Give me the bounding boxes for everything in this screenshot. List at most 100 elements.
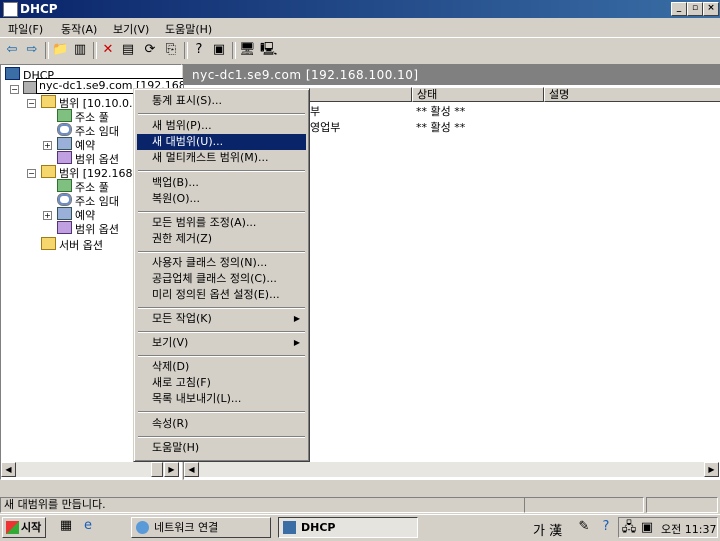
status-text: 새 대범위를 만듭니다. <box>0 497 525 513</box>
context-menu: 통계 표시(S)... 새 범위(P)... 새 대범위(U)... 새 멀티캐… <box>133 88 310 462</box>
status-panel-3 <box>646 497 718 513</box>
column-header-status[interactable]: 상태 <box>412 87 544 102</box>
details-header: nyc-dc1.se9.com [192.168.100.10] <box>184 65 720 85</box>
back-icon[interactable]: ⇦ <box>4 42 20 58</box>
collapse-scope2-icon[interactable]: − <box>27 169 36 178</box>
ctx-reconcile-all-scopes[interactable]: 모든 범위를 조정(A)... <box>137 215 306 231</box>
show-hide-tree-icon[interactable]: ▥ <box>72 42 88 58</box>
expand-reservations-icon[interactable]: + <box>43 141 52 150</box>
dhcp-icon <box>5 67 20 80</box>
menu-view[interactable]: 보기(V) <box>113 21 149 37</box>
clock[interactable]: 오전 11:37 <box>661 521 716 537</box>
ctx-set-predefined-options[interactable]: 미리 정의된 옵션 설정(E)... <box>137 287 306 303</box>
network-tray-icon[interactable]: 🖧 <box>621 520 637 536</box>
ctx-new-multicast-scope[interactable]: 새 멀티캐스트 범위(M)... <box>137 150 306 166</box>
system-tray: 🖧 ▣ 오전 11:37 <box>618 517 718 538</box>
properties-icon[interactable]: ▤ <box>120 42 136 58</box>
start-button[interactable]: 시작 <box>2 517 46 538</box>
scroll-left-icon[interactable]: ◀ <box>1 462 16 477</box>
scroll-right-icon[interactable]: ▶ <box>164 462 179 477</box>
address-pool-icon <box>57 179 72 192</box>
scroll-right-icon[interactable]: ▶ <box>704 462 719 477</box>
menu-action[interactable]: 동작(A) <box>61 21 97 37</box>
task-network-connections[interactable]: 네트워크 연결 <box>131 517 271 538</box>
delete-icon[interactable]: ✕ <box>100 42 116 58</box>
add-server-icon[interactable]: 🖳 <box>260 42 277 58</box>
menu-file[interactable]: 파일(F) <box>8 21 43 37</box>
address-lease-icon <box>57 123 72 136</box>
network-icon <box>136 521 149 534</box>
expand-reservations-2-icon[interactable]: + <box>43 211 52 220</box>
help-tray-icon[interactable]: ? <box>598 519 614 535</box>
refresh-icon[interactable]: ⟳ <box>142 42 158 58</box>
scope-folder-icon <box>41 165 56 178</box>
column-header-description[interactable]: 설명 <box>544 87 720 102</box>
collapse-server-icon[interactable]: − <box>10 85 19 94</box>
window-title: DHCP <box>20 2 58 16</box>
dhcp-icon <box>283 521 296 534</box>
address-pool-icon <box>57 109 72 122</box>
submenu-arrow-icon: ▶ <box>293 338 300 347</box>
tree-node-scope1[interactable]: 범위 [10.10.0.0] <box>41 95 144 110</box>
forward-icon[interactable]: ⇨ <box>24 42 40 58</box>
ctx-help[interactable]: 도움말(H) <box>137 440 306 456</box>
ctx-new-scope[interactable]: 새 범위(P)... <box>137 118 306 134</box>
up-folder-icon[interactable]: 📁 <box>52 42 68 58</box>
show-desktop-icon[interactable]: ▦ <box>58 518 74 534</box>
tree-node-reservations-2[interactable]: 예약 <box>57 207 95 222</box>
ctx-delete[interactable]: 삭제(D) <box>137 359 306 375</box>
details-horizontal-scrollbar[interactable]: ◀ ▶ <box>184 462 719 477</box>
ctx-refresh[interactable]: 새로 고침(F) <box>137 375 306 391</box>
ctx-restore[interactable]: 복원(O)... <box>137 191 306 207</box>
dhcp-app-icon <box>3 2 18 17</box>
tree-node-scope-options[interactable]: 범위 옵션 <box>57 151 119 166</box>
submenu-arrow-icon: ▶ <box>293 314 300 323</box>
menu-help[interactable]: 도움말(H) <box>165 21 212 37</box>
ctx-new-superscope[interactable]: 새 대범위(U)... <box>137 134 306 150</box>
scope-options-icon <box>57 221 72 234</box>
ctx-define-user-classes[interactable]: 사용자 클래스 정의(N)... <box>137 255 306 271</box>
ctx-export-list[interactable]: 목록 내보내기(L)... <box>137 391 306 407</box>
row-1-name[interactable]: 부 <box>310 103 320 119</box>
tree-horizontal-scrollbar[interactable]: ◀ ▶ <box>1 462 179 477</box>
scroll-left-icon[interactable]: ◀ <box>184 462 199 477</box>
ime-indicator[interactable]: 가 漢 <box>533 520 562 539</box>
reservations-icon <box>57 207 72 220</box>
ctx-properties[interactable]: 속성(R) <box>137 416 306 432</box>
ctx-all-tasks[interactable]: 모든 작업(K) ▶ <box>137 311 306 327</box>
title-bar: DHCP _ ▫ × <box>0 0 720 18</box>
ime-tool-icon[interactable]: ✎ <box>576 519 592 535</box>
toolbar: ⇦ ⇨ 📁 ▥ ✕ ▤ ⟳ ⎘ ? ▣ 🖥 🖳 <box>0 37 720 65</box>
server-status-icon[interactable]: 🖥 <box>239 42 256 58</box>
restore-button[interactable]: ▫ <box>687 2 703 16</box>
tree-node-scope2[interactable]: 범위 [192.168.1 <box>41 165 143 180</box>
export-list-icon[interactable]: ⎘ <box>163 42 179 58</box>
ctx-unauthorize[interactable]: 권한 제거(Z) <box>137 231 306 247</box>
tree-node-server-options[interactable]: 서버 옵션 <box>41 237 103 252</box>
ctx-backup[interactable]: 백업(B)... <box>137 175 306 191</box>
tree-node-address-pool-2[interactable]: 주소 풀 <box>57 179 109 194</box>
row-1-status: ** 활성 ** <box>416 105 466 118</box>
reservations-icon <box>57 137 72 150</box>
status-bar: 새 대범위를 만듭니다. <box>0 495 720 513</box>
tree-node-address-lease[interactable]: 주소 임대 <box>57 123 119 138</box>
windows-logo-icon <box>6 521 19 534</box>
task-dhcp[interactable]: DHCP <box>278 517 418 538</box>
ctx-display-statistics[interactable]: 통계 표시(S)... <box>137 93 306 109</box>
collapse-scope1-icon[interactable]: − <box>27 99 36 108</box>
tree-node-address-pool[interactable]: 주소 풀 <box>57 109 109 124</box>
scope-options-icon <box>57 151 72 164</box>
console-tray-icon[interactable]: ▣ <box>639 520 655 536</box>
tree-node-address-lease-2[interactable]: 주소 임대 <box>57 193 119 208</box>
console-icon[interactable]: ▣ <box>211 42 227 58</box>
ctx-define-vendor-classes[interactable]: 공급업체 클래스 정의(C)... <box>137 271 306 287</box>
row-2-name[interactable]: 영업부 <box>310 119 340 135</box>
internet-explorer-icon[interactable]: e <box>80 518 96 534</box>
close-button[interactable]: × <box>703 2 719 16</box>
minimize-button[interactable]: _ <box>671 2 687 16</box>
scroll-thumb[interactable] <box>151 462 163 477</box>
ctx-view[interactable]: 보기(V) ▶ <box>137 335 306 351</box>
help-icon[interactable]: ? <box>191 42 207 58</box>
tree-node-scope-options-2[interactable]: 범위 옵션 <box>57 221 119 236</box>
tree-node-reservations[interactable]: 예약 <box>57 137 95 152</box>
